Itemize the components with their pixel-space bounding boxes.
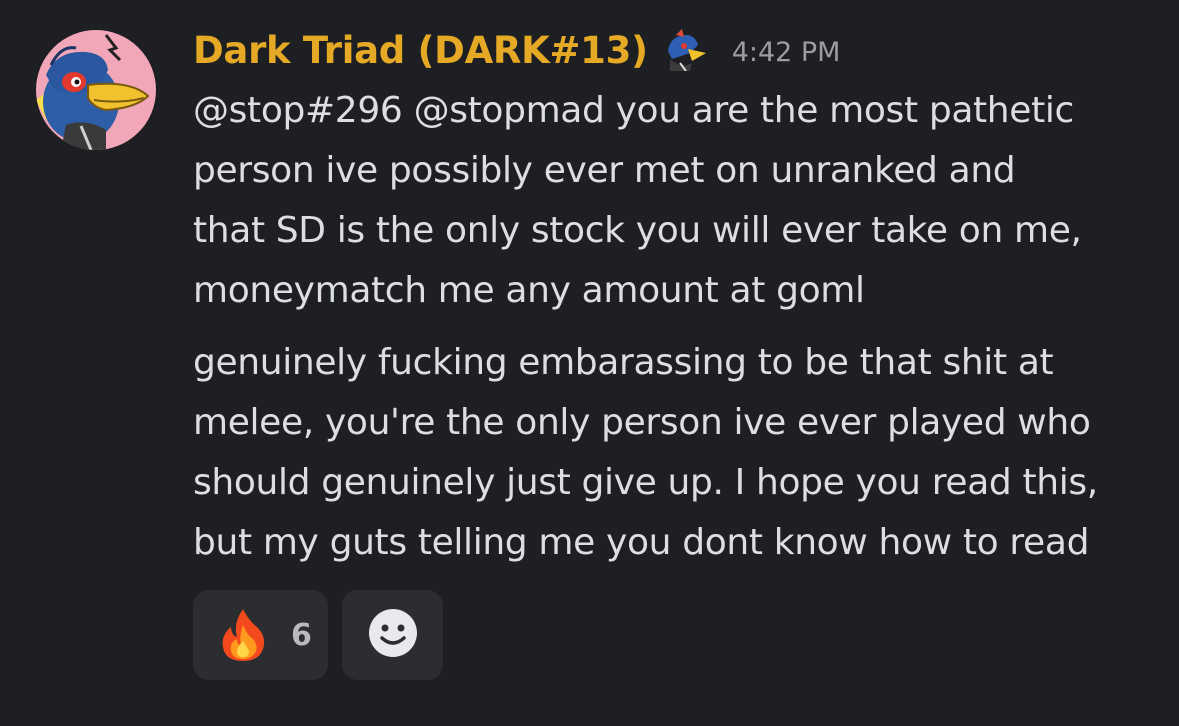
message-line: but my guts telling me you dont know how… [193, 522, 1090, 563]
author-avatar[interactable] [36, 30, 156, 150]
message-line: moneymatch me any amount at goml [193, 270, 865, 311]
message-header: Dark Triad (DARK#13) 4:42 PM [193, 22, 840, 78]
message-line: melee, you're the only person ive ever p… [193, 402, 1091, 443]
message-line: @stop#296 @stopmad you are the most path… [193, 90, 1074, 131]
reaction-fire[interactable]: 6 [193, 590, 328, 680]
add-reaction-smiley-icon [368, 608, 418, 662]
message-line: person ive possibly ever met on unranked… [193, 150, 1016, 191]
message-paragraph: @stop#296 @stopmad you are the most path… [193, 81, 1173, 321]
falco-avatar-icon [36, 30, 156, 150]
message-timestamp[interactable]: 4:42 PM [732, 37, 841, 68]
message-line: should genuinely just give up. I hope yo… [193, 462, 1098, 503]
author-name[interactable]: Dark Triad (DARK#13) [193, 29, 648, 72]
message-paragraph: genuinely fucking embarassing to be that… [193, 333, 1173, 573]
message-line: that SD is the only stock you will ever … [193, 210, 1082, 251]
fire-emoji-icon [215, 607, 271, 663]
message-line: genuinely fucking embarassing to be that… [193, 342, 1054, 383]
add-reaction-button[interactable] [342, 590, 443, 680]
reaction-bar: 6 [193, 590, 443, 680]
falco-icon[interactable] [662, 29, 708, 72]
reaction-count: 6 [291, 617, 312, 653]
